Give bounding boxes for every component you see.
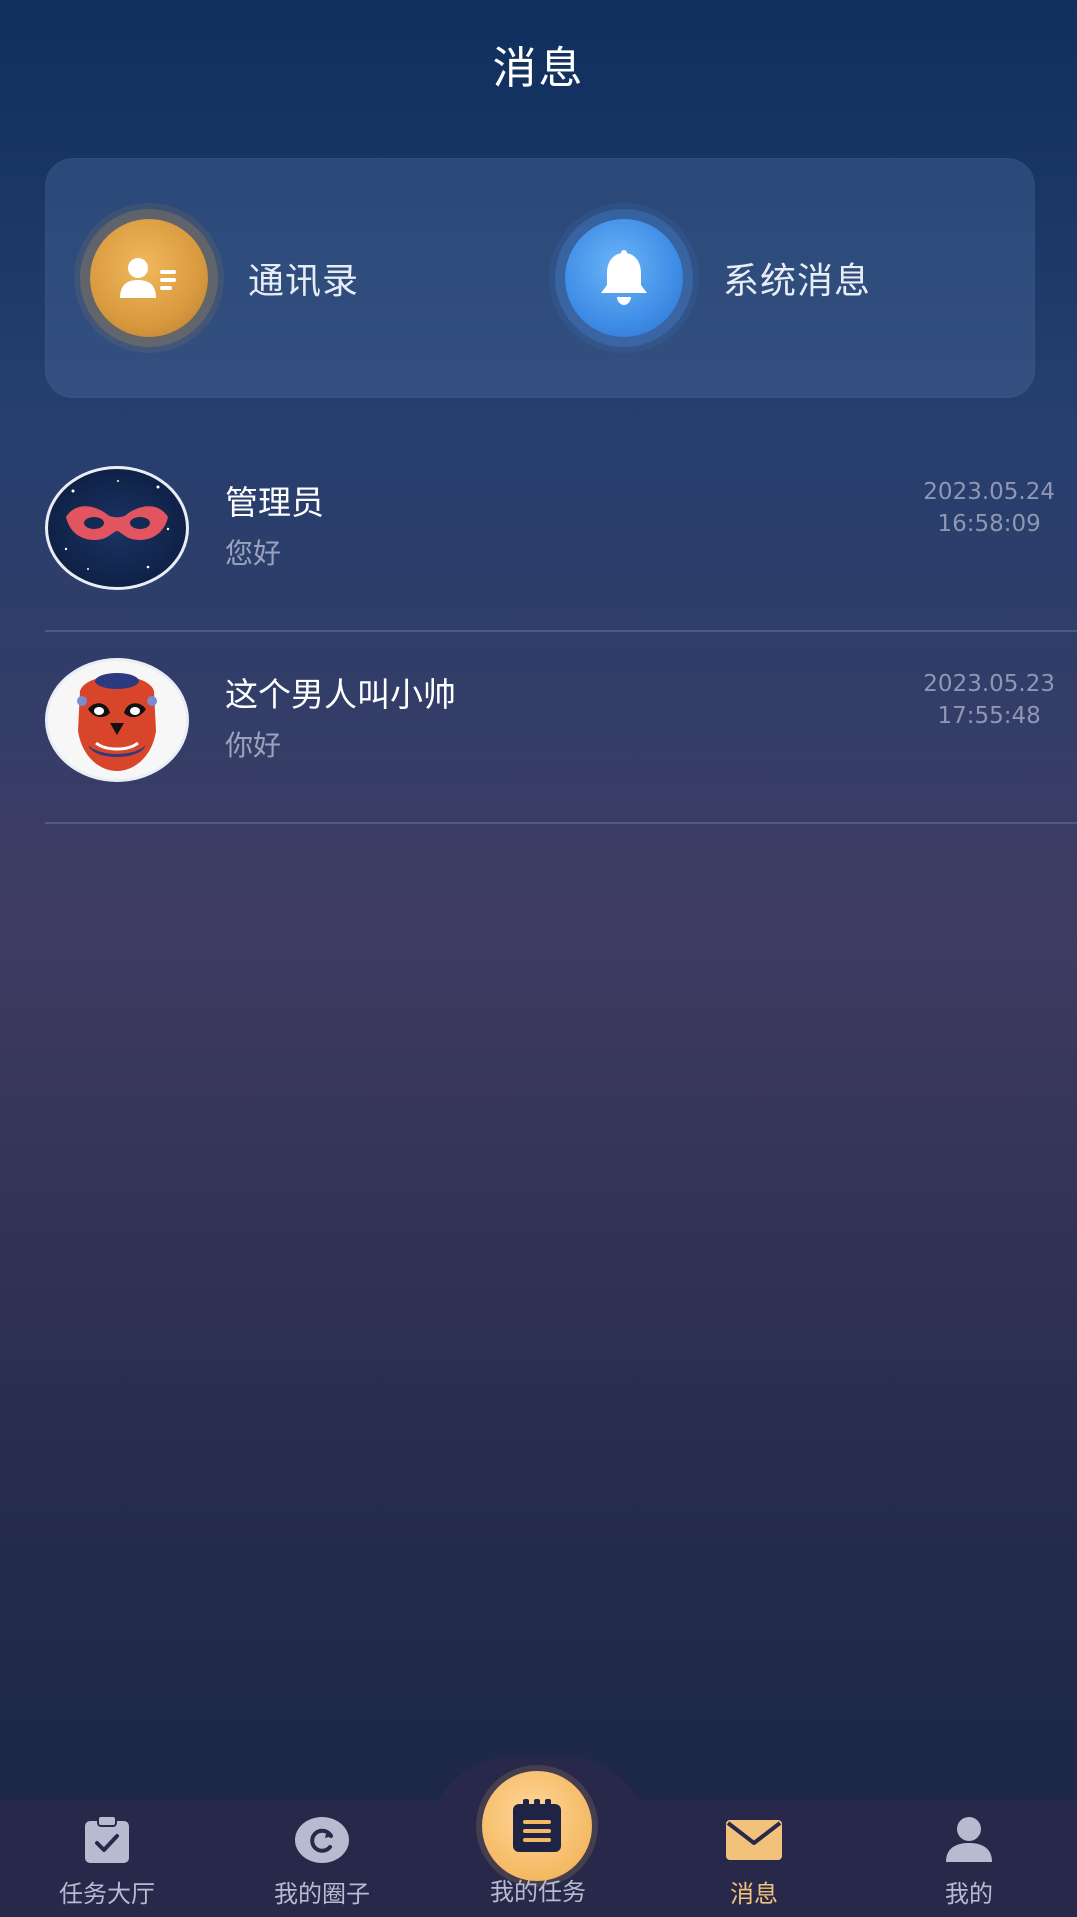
nav-label: 消息 <box>730 1880 778 1908</box>
mail-icon <box>664 1812 844 1868</box>
conversation-timestamp: 2023.05.23 17:55:48 <box>923 668 1055 732</box>
bell-icon <box>565 219 683 337</box>
nav-item-my-tasks[interactable] <box>482 1771 592 1881</box>
conversation-preview: 您好 <box>225 537 282 570</box>
nav-item-my-circle[interactable]: 我的圈子 <box>232 1812 412 1909</box>
contacts-button[interactable]: 通讯录 <box>90 158 359 398</box>
nav-label: 我的圈子 <box>274 1880 370 1908</box>
conversation-name: 这个男人叫小帅 <box>225 675 456 714</box>
conversation-preview: 你好 <box>225 729 282 762</box>
system-messages-label: 系统消息 <box>723 261 872 302</box>
conversation-list: 管理员 您好 2023.05.24 16:58:09 这个男人叫小帅 你好 20… <box>45 440 1077 824</box>
contacts-label: 通讯录 <box>248 261 360 302</box>
nav-item-task-hall[interactable]: 任务大厅 <box>17 1812 197 1909</box>
conversation-time: 17:55:48 <box>937 703 1041 729</box>
notepad-icon <box>513 1799 561 1852</box>
refresh-circle-icon <box>232 1812 412 1868</box>
nav-item-messages[interactable]: 消息 <box>664 1812 844 1909</box>
conversation-time: 16:58:09 <box>937 511 1041 537</box>
conversation-item[interactable]: 这个男人叫小帅 你好 2023.05.23 17:55:48 <box>45 632 1077 824</box>
conversation-name: 管理员 <box>225 483 324 522</box>
conversation-date: 2023.05.23 <box>923 671 1055 697</box>
quick-actions-card: 通讯录 系统消息 <box>45 158 1035 398</box>
system-messages-button[interactable]: 系统消息 <box>565 158 871 398</box>
clipboard-check-icon <box>17 1812 197 1868</box>
conversation-timestamp: 2023.05.24 16:58:09 <box>923 476 1055 540</box>
page-title: 消息 <box>492 43 585 94</box>
conversation-date: 2023.05.24 <box>923 479 1055 505</box>
red-mask-avatar <box>45 466 189 590</box>
nav-label: 我的任务 <box>490 1878 586 1906</box>
opera-face-avatar <box>45 658 189 782</box>
nav-item-mine[interactable]: 我的 <box>879 1812 1059 1909</box>
nav-label: 任务大厅 <box>59 1880 155 1908</box>
nav-label: 我的 <box>945 1880 993 1908</box>
conversation-item[interactable]: 管理员 您好 2023.05.24 16:58:09 <box>45 440 1077 632</box>
user-icon <box>879 1812 1059 1868</box>
contact-card-icon <box>90 219 208 337</box>
